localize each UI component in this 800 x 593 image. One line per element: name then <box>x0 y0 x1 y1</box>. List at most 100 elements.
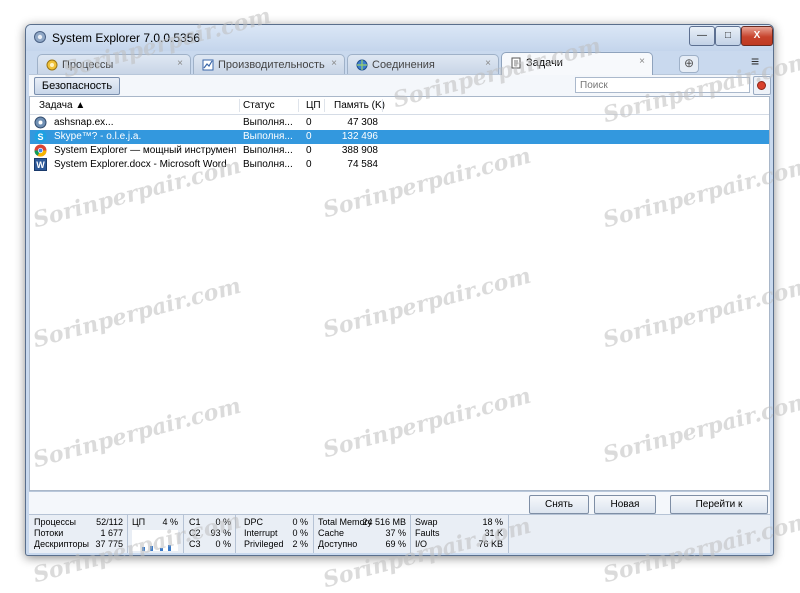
task-status: Выполня... <box>243 159 293 170</box>
tab-close-icon[interactable]: × <box>331 58 337 69</box>
end-task-button[interactable]: Снять задачу <box>529 495 589 527</box>
tab-processes[interactable]: Процессы × <box>37 54 191 74</box>
status-value: 24 516 MB <box>362 517 406 527</box>
status-bar: Процессы 52/112 Потоки 1 677 Дескрипторы… <box>29 514 770 553</box>
status-label: Доступно <box>318 539 358 549</box>
task-name: ashsnap.ex... <box>54 117 114 128</box>
status-value: 31 K <box>484 528 503 538</box>
status-panel-cstates: C1 0 % C2 93 % C3 0 % <box>184 515 236 553</box>
status-label: Дескрипторы <box>34 539 89 549</box>
tab-performance-label: Производительность <box>218 59 325 71</box>
tab-strip: Процессы × Производительность × Соединен… <box>29 52 770 75</box>
status-label: Потоки <box>34 528 64 538</box>
task-status: Выполня... <box>243 117 293 128</box>
status-label: I/O <box>415 539 428 549</box>
task-cpu: 0 <box>306 117 312 128</box>
status-panel-interrupts: DPC 0 % Interrupt 0 % Privileged 2 % <box>236 515 314 553</box>
status-label: Cache <box>318 528 345 538</box>
table-row[interactable]: W System Explorer.docx - Microsoft Word … <box>30 158 769 172</box>
status-value: 37 775 <box>95 539 123 549</box>
task-cpu: 0 <box>306 131 312 142</box>
add-tab-icon[interactable]: ⊕ <box>679 55 699 73</box>
status-value: 0 % <box>292 517 308 527</box>
svg-text:S: S <box>37 132 43 142</box>
status-label: Faults <box>415 528 440 538</box>
table-row[interactable]: System Explorer — мощный инструмент дл..… <box>30 144 769 158</box>
close-button[interactable]: X <box>741 26 773 46</box>
status-value: 0 % <box>215 539 231 549</box>
tab-performance[interactable]: Производительность × <box>193 54 345 74</box>
tab-connections[interactable]: Соединения × <box>347 54 499 74</box>
tasks-icon <box>511 57 521 69</box>
cpu-graph <box>132 530 178 551</box>
column-divider[interactable] <box>324 99 325 112</box>
task-cpu: 0 <box>306 159 312 170</box>
title-bar[interactable]: System Explorer 7.0.0.5356 — □ X <box>26 25 773 51</box>
status-label: ЦП <box>132 517 146 527</box>
task-status: Выполня... <box>243 131 293 142</box>
status-label: C1 <box>189 517 201 527</box>
column-header-task[interactable]: Задача ▲ <box>39 100 85 111</box>
task-memory: 132 496 <box>341 131 378 142</box>
status-value: 4 % <box>162 517 178 527</box>
status-label: DPC <box>244 517 264 527</box>
chrome-icon <box>34 144 47 157</box>
column-header-status[interactable]: Статус <box>243 100 275 111</box>
search-options-button[interactable] <box>753 76 771 95</box>
column-divider[interactable] <box>382 99 383 112</box>
status-label: Процессы <box>34 517 77 527</box>
minimize-button[interactable]: — <box>689 26 715 46</box>
tab-close-icon[interactable]: × <box>485 58 491 69</box>
table-row-selected[interactable]: S Skype™? - o.l.e.j.a. Выполня... 0 132 … <box>30 130 769 144</box>
system-explorer-icon <box>34 31 46 43</box>
action-bar: Снять задачу Новая задача Перейти к прил… <box>29 491 770 527</box>
status-panel-swap: Swap 18 % Faults 31 K I/O 76 KB <box>411 515 509 553</box>
status-value: 52/112 <box>96 517 123 527</box>
column-header-cpu[interactable]: ЦП <box>306 100 321 111</box>
status-value: 2 % <box>292 539 308 549</box>
status-label: Swap <box>415 517 438 527</box>
tab-connections-label: Соединения <box>372 59 435 71</box>
switch-to-app-button[interactable]: Перейти к приложению <box>670 495 768 527</box>
column-header-memory[interactable]: Память (K) <box>334 100 385 111</box>
task-memory: 388 908 <box>341 145 378 156</box>
status-panel-counts: Процессы 52/112 Потоки 1 677 Дескрипторы… <box>29 515 128 553</box>
task-name: System Explorer.docx - Microsoft Word <box>54 159 227 170</box>
status-value: 69 % <box>385 539 406 549</box>
status-label: Privileged <box>244 539 284 549</box>
column-divider[interactable] <box>298 99 299 112</box>
task-name: Skype™? - o.l.e.j.a. <box>54 131 142 142</box>
word-icon: W <box>34 158 47 171</box>
search-input[interactable] <box>575 77 750 93</box>
status-panel-memory: Total Memory 24 516 MB Cache 37 % Доступ… <box>314 515 411 553</box>
tab-close-icon[interactable]: × <box>177 58 183 69</box>
tab-close-icon[interactable]: × <box>639 56 645 67</box>
app-window: System Explorer 7.0.0.5356 — □ X Процесс… <box>25 24 774 556</box>
processes-icon <box>46 59 58 71</box>
tab-tasks[interactable]: Задачи × <box>501 52 653 75</box>
security-button[interactable]: Безопасность <box>34 77 120 95</box>
tab-processes-label: Процессы <box>62 59 114 71</box>
app-gear-icon <box>34 116 47 129</box>
task-memory: 74 584 <box>347 159 378 170</box>
status-value: 1 677 <box>100 528 123 538</box>
maximize-button[interactable]: □ <box>715 26 741 46</box>
status-value: 93 % <box>210 528 231 538</box>
task-memory: 47 308 <box>347 117 378 128</box>
performance-icon <box>202 59 214 71</box>
status-label: C2 <box>189 528 201 538</box>
search-options-icon <box>757 81 766 90</box>
status-value: 76 KB <box>478 539 503 549</box>
status-panel-cpu: ЦП 4 % <box>128 515 184 553</box>
status-value: 18 % <box>482 517 503 527</box>
menu-icon[interactable]: ≡ <box>751 54 765 68</box>
status-label: C3 <box>189 539 201 549</box>
connections-icon <box>356 59 368 71</box>
status-value: 0 % <box>292 528 308 538</box>
tab-tasks-label: Задачи <box>526 57 563 69</box>
skype-icon: S <box>34 130 47 143</box>
svg-text:W: W <box>36 160 45 170</box>
new-task-button[interactable]: Новая задача <box>594 495 656 527</box>
column-divider[interactable] <box>239 99 240 112</box>
table-row[interactable]: ashsnap.ex... Выполня... 0 47 308 <box>30 116 769 130</box>
